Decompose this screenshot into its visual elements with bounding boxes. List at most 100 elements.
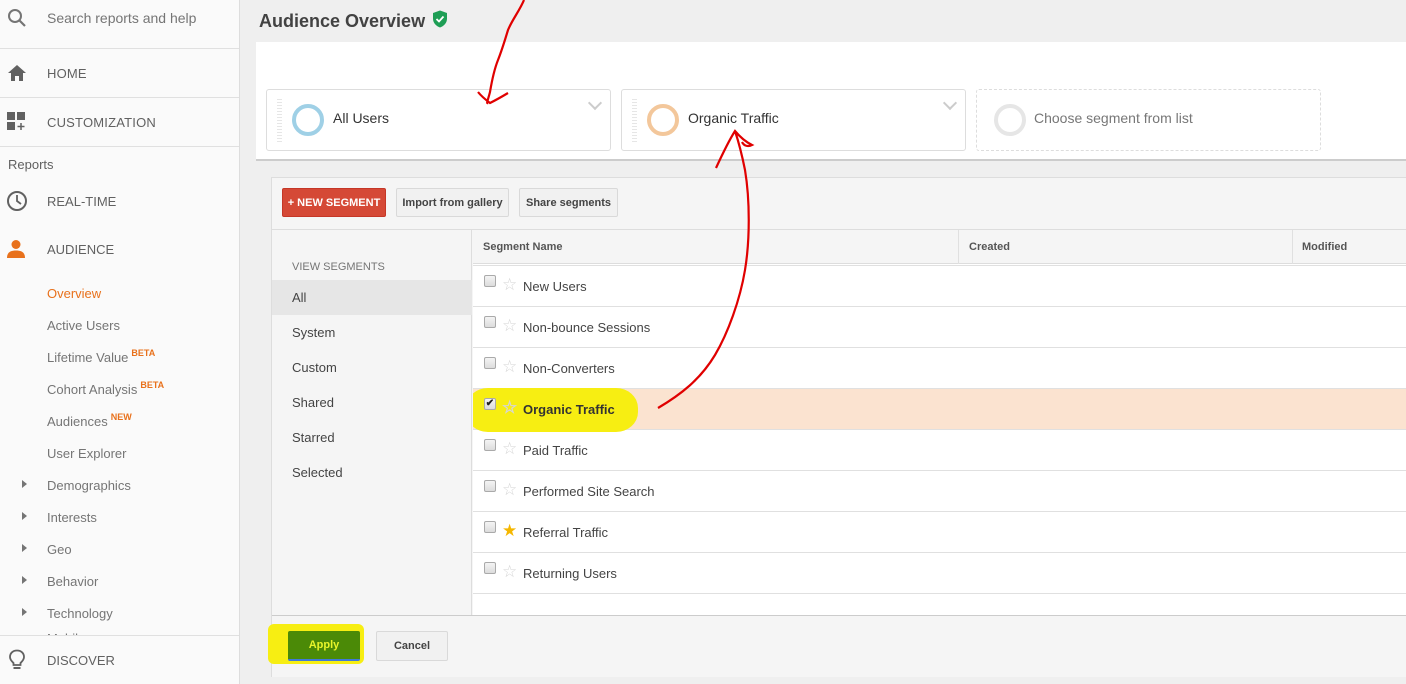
sidebar-item-label: HOME: [47, 65, 87, 81]
picker-footer: Apply Cancel: [268, 615, 1406, 677]
drag-handle[interactable]: [632, 99, 637, 143]
sidebar-subitem-technology[interactable]: Technology: [0, 597, 239, 629]
expand-triangle-icon: [22, 512, 27, 520]
segment-checkbox[interactable]: [484, 521, 496, 533]
segment-row[interactable]: ☆ Non-bounce Sessions: [473, 307, 1406, 348]
column-divider: [1292, 230, 1293, 264]
sidebar-item-home[interactable]: HOME: [0, 49, 239, 98]
sidebar-subitem-interests[interactable]: Interests: [0, 501, 239, 533]
column-segment-name[interactable]: Segment Name: [483, 230, 562, 264]
subitem-label: Audiences: [47, 413, 108, 429]
expand-triangle-icon: [22, 544, 27, 552]
segment-toolbar: + NEW SEGMENT Import from gallery Share …: [272, 178, 1406, 230]
filter-selected[interactable]: Selected: [272, 455, 472, 490]
segment-checkbox[interactable]: [484, 275, 496, 287]
share-segments-button[interactable]: Share segments: [519, 188, 618, 217]
filter-system[interactable]: System: [272, 315, 472, 350]
segment-bar: All Users Organic Traffic Choose segment…: [256, 42, 1406, 161]
subitem-label: Geo: [47, 541, 72, 557]
segment-checkbox[interactable]: ✔: [484, 398, 496, 410]
view-segments-heading: VIEW SEGMENTS: [292, 261, 385, 273]
subitem-label: Active Users: [47, 317, 120, 333]
sidebar-subitem-geo[interactable]: Geo: [0, 533, 239, 565]
sidebar-subitem-lifetime-value[interactable]: Lifetime Value BETA: [0, 341, 239, 373]
star-icon[interactable]: ☆: [502, 481, 517, 498]
sidebar-subitem-active-users[interactable]: Active Users: [0, 309, 239, 341]
segment-checkbox[interactable]: [484, 316, 496, 328]
clock-icon: [0, 190, 47, 212]
dashboard-add-icon: [0, 112, 47, 132]
star-icon[interactable]: ☆: [502, 317, 517, 334]
reports-section-label: Reports: [8, 157, 54, 172]
segment-row[interactable]: ☆ Non-Converters: [473, 348, 1406, 389]
segment-ring-icon: [292, 104, 324, 136]
new-segment-button[interactable]: + NEW SEGMENT: [282, 188, 386, 217]
segment-row[interactable]: ☆ Returning Users: [473, 553, 1406, 594]
subitem-label: Overview: [47, 285, 102, 301]
segment-row[interactable]: ✔ ☆ Organic Traffic: [473, 388, 1406, 432]
subitem-label: Cohort Analysis: [47, 381, 138, 397]
segment-card-all-users[interactable]: All Users: [266, 89, 611, 151]
home-icon: [0, 64, 47, 82]
sidebar-subitem-user-explorer[interactable]: User Explorer: [0, 437, 239, 469]
sidebar-item-discover[interactable]: DISCOVER: [0, 635, 239, 684]
subitem-label: Demographics: [47, 477, 131, 493]
cancel-button[interactable]: Cancel: [376, 631, 448, 661]
sidebar-item-realtime[interactable]: REAL-TIME: [0, 177, 239, 225]
filter-starred[interactable]: Starred: [272, 420, 472, 455]
sidebar-item-customization[interactable]: CUSTOMIZATION: [0, 98, 239, 147]
lightbulb-icon: [0, 649, 47, 671]
filter-shared[interactable]: Shared: [272, 385, 472, 420]
sidebar-subitem-behavior[interactable]: Behavior: [0, 565, 239, 597]
star-icon[interactable]: ☆: [502, 563, 517, 580]
drag-handle[interactable]: [277, 99, 282, 143]
column-modified[interactable]: Modified: [1302, 230, 1347, 264]
star-icon[interactable]: ☆: [502, 440, 517, 457]
main-content: Audience Overview All Users Organic Traf…: [240, 0, 1406, 684]
segment-checkbox[interactable]: [484, 562, 496, 574]
segment-card-choose[interactable]: Choose segment from list: [976, 89, 1321, 151]
shield-check-icon: [432, 10, 448, 33]
star-icon[interactable]: ☆: [502, 276, 517, 293]
segment-name: Performed Site Search: [523, 484, 655, 499]
segment-row[interactable]: ☆ Performed Site Search: [473, 471, 1406, 512]
segment-name: Returning Users: [523, 566, 617, 581]
import-from-gallery-button[interactable]: Import from gallery: [396, 188, 509, 217]
segment-row[interactable]: ☆ New Users: [473, 266, 1406, 307]
page-title: Audience Overview: [259, 10, 448, 33]
subitem-label: Interests: [47, 509, 97, 525]
sidebar-subitem-overview[interactable]: Overview: [0, 277, 239, 309]
segment-row[interactable]: ☆ Paid Traffic: [473, 430, 1406, 471]
segment-card-organic-traffic[interactable]: Organic Traffic: [621, 89, 966, 151]
segment-name: New Users: [523, 279, 587, 294]
sidebar-item-label: AUDIENCE: [47, 241, 115, 257]
segment-checkbox[interactable]: [484, 357, 496, 369]
sidebar-item-audience[interactable]: AUDIENCE: [0, 225, 239, 273]
segment-name: Organic Traffic: [523, 402, 615, 417]
sidebar-subitem-cohort-analysis[interactable]: Cohort Analysis BETA: [0, 373, 239, 405]
sidebar-subitem-audiences[interactable]: Audiences NEW: [0, 405, 239, 437]
table-body: ☆ New Users ☆ Non-bounce Sessions ☆ Non-Conve…: [473, 266, 1406, 594]
segment-name: Non-bounce Sessions: [523, 320, 651, 335]
sidebar-item-label: DISCOVER: [47, 652, 115, 668]
apply-button[interactable]: Apply: [288, 631, 360, 661]
segment-row[interactable]: ★ Referral Traffic: [473, 512, 1406, 553]
segment-placeholder: Choose segment from list: [1034, 110, 1193, 126]
segment-checkbox[interactable]: [484, 480, 496, 492]
segment-checkbox[interactable]: [484, 439, 496, 451]
star-icon[interactable]: ☆: [502, 399, 517, 416]
search-input[interactable]: Search reports and help: [47, 10, 196, 26]
filter-custom[interactable]: Custom: [272, 350, 472, 385]
subitem-label: User Explorer: [47, 445, 127, 461]
search-bar[interactable]: Search reports and help: [0, 0, 239, 49]
column-created[interactable]: Created: [969, 230, 1010, 264]
sidebar-subitem-demographics[interactable]: Demographics: [0, 469, 239, 501]
chevron-down-icon[interactable]: [587, 95, 603, 111]
star-icon[interactable]: ☆: [502, 358, 517, 375]
chevron-down-icon[interactable]: [942, 95, 958, 111]
expand-triangle-icon: [22, 608, 27, 616]
sidebar-item-label: CUSTOMIZATION: [47, 114, 157, 130]
star-icon[interactable]: ★: [502, 522, 517, 539]
segment-picker: + NEW SEGMENT Import from gallery Share …: [268, 177, 1406, 677]
filter-all[interactable]: All: [272, 280, 472, 315]
